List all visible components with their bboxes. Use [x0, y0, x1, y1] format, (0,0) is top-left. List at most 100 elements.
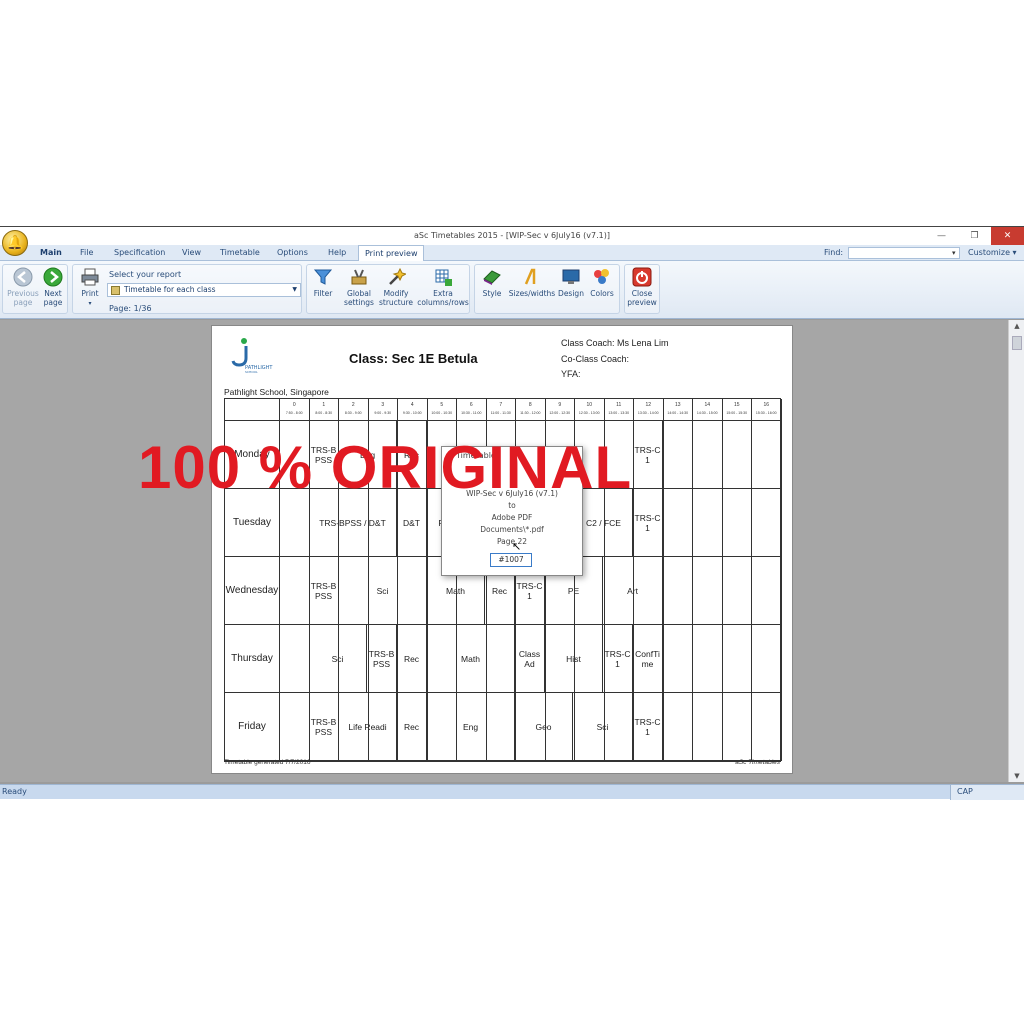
next-page-button[interactable]: Next page — [35, 267, 71, 307]
period-number: 15 — [733, 402, 740, 408]
grid-row-line — [280, 625, 780, 693]
status-bar: Ready CAP — [0, 784, 1024, 800]
period-time: 10:30 - 11:00 — [461, 411, 482, 415]
svg-text:SCHOOL: SCHOOL — [245, 370, 258, 374]
modify-structure-button[interactable]: Modify structure — [377, 267, 415, 307]
power-icon — [632, 267, 652, 287]
funnel-icon — [313, 269, 333, 285]
dialog-counter: #1007 — [490, 553, 532, 567]
period-header: 15 15:00 - 15:30 — [722, 399, 752, 421]
day-friday: Friday — [225, 693, 280, 761]
ribbon-group-settings: Filter Global settings Modify structure … — [306, 264, 470, 314]
dialog-printer: Adobe PDF — [491, 513, 533, 522]
ribbon-group-appearance: Style Sizes/widths Design Colors — [474, 264, 620, 314]
ribbon-tab-bar: Main File Specification View Timetable O… — [0, 245, 1024, 261]
status-ready: Ready — [2, 787, 27, 796]
select-report-label: Select your report — [109, 270, 182, 279]
global-settings-button[interactable]: Global settings — [341, 267, 377, 307]
scroll-up-icon[interactable]: ▲ — [1009, 322, 1024, 330]
design-label: Design — [558, 289, 584, 298]
tab-specification[interactable]: Specification — [108, 245, 171, 261]
period-header: 0 7:50 - 8:00 — [280, 399, 310, 421]
close-window-button[interactable]: ✕ — [991, 227, 1024, 245]
tab-timetable[interactable]: Timetable — [214, 245, 266, 261]
period-time: 9:30 - 10:00 — [402, 411, 422, 415]
mouse-cursor-icon: ↖ — [512, 540, 522, 553]
window-title: aSc Timetables 2015 - [WIP-Sec v 6July16… — [414, 231, 610, 240]
period-header: 16 15:30 - 16:00 — [752, 399, 782, 421]
close-preview-label: Close preview — [627, 289, 657, 307]
table-add-icon — [435, 269, 452, 286]
close-preview-button[interactable]: Close preview — [623, 267, 661, 307]
restore-button[interactable]: ❐ — [958, 227, 991, 245]
tab-file[interactable]: File — [74, 245, 99, 261]
period-number: 7 — [499, 402, 503, 408]
period-time: 12:00 - 12:30 — [549, 411, 571, 415]
period-header: 4 9:30 - 10:00 — [398, 399, 428, 421]
tab-view[interactable]: View — [176, 245, 207, 261]
filter-label: Filter — [313, 289, 333, 298]
period-number: 13 — [674, 402, 681, 408]
style-button[interactable]: Style — [475, 267, 509, 298]
colors-button[interactable]: Colors — [585, 267, 619, 298]
arrow-left-icon — [13, 267, 33, 287]
period-header: 10 12:30 - 13:00 — [575, 399, 605, 421]
tab-print-preview[interactable]: Print preview — [358, 245, 425, 261]
tab-options[interactable]: Options — [271, 245, 314, 261]
period-number: 10 — [586, 402, 593, 408]
ribbon-group-close: Close preview — [624, 264, 660, 314]
period-number: 2 — [351, 402, 355, 408]
minimize-button[interactable]: — — [925, 227, 958, 245]
period-header: 6 10:30 - 11:00 — [457, 399, 487, 421]
customize-button[interactable]: Customize ▾ — [968, 245, 1017, 261]
period-time: 8:00 - 8:30 — [315, 411, 333, 415]
tab-main[interactable]: Main — [34, 245, 68, 261]
ribbon-group-report: Print ▾ Select your report Timetable for … — [72, 264, 302, 314]
print-label: Print — [81, 289, 99, 298]
period-header: 13 14:00 - 14:30 — [663, 399, 693, 421]
period-number: 12 — [645, 402, 652, 408]
scroll-down-icon[interactable]: ▼ — [1009, 772, 1024, 780]
period-time: 15:00 - 15:30 — [726, 411, 748, 415]
extra-columns-button[interactable]: Extra columns/rows — [417, 267, 469, 307]
period-header: 3 9:00 - 9:30 — [368, 399, 398, 421]
period-number: 5 — [440, 402, 444, 408]
period-header: 5 10:00 - 10:30 — [427, 399, 457, 421]
period-time: 12:30 - 13:00 — [578, 411, 600, 415]
class-coach: Class Coach: Ms Lena Lim — [561, 338, 669, 348]
school-name: Pathlight School, Singapore — [224, 387, 329, 397]
find-dropdown-arrow-icon[interactable]: ▾ — [952, 245, 956, 261]
yfa: YFA: — [561, 369, 581, 379]
period-header: 11 13:00 - 13:30 — [604, 399, 634, 421]
scrollbar-thumb[interactable] — [1012, 336, 1022, 350]
period-time: 13:00 - 13:30 — [608, 411, 630, 415]
period-header: 8 11:30 - 12:00 — [516, 399, 546, 421]
status-cap: CAP — [950, 785, 1024, 800]
app-menu-bell-icon[interactable]: 🔔 — [2, 230, 28, 256]
print-button[interactable]: Print ▾ — [73, 267, 107, 308]
period-number: 14 — [704, 402, 711, 408]
period-header: 12 13:30 - 14:00 — [634, 399, 664, 421]
global-settings-label: Global settings — [344, 289, 374, 307]
period-header: 1 8:00 - 8:30 — [309, 399, 339, 421]
sizes-widths-button[interactable]: Sizes/widths — [507, 267, 557, 298]
ruler-icon — [524, 268, 536, 285]
report-select[interactable]: Timetable for each class ▼ — [107, 283, 301, 297]
tab-help[interactable]: Help — [322, 245, 352, 261]
vertical-scrollbar[interactable]: ▲ ▼ — [1008, 320, 1024, 782]
period-time: 8:30 - 9:00 — [344, 411, 362, 415]
ribbon-group-navigation: Previous page Next page — [2, 264, 68, 314]
design-button[interactable]: Design — [555, 267, 587, 298]
sizes-widths-label: Sizes/widths — [508, 289, 556, 298]
title-bar: aSc Timetables 2015 - [WIP-Sec v 6July16… — [0, 227, 1024, 245]
settings-tools-icon — [351, 269, 367, 285]
school-logo: PATHLIGHT SCHOOL — [231, 338, 273, 374]
find-input[interactable] — [848, 247, 960, 259]
period-header: 7 11:00 - 11:30 — [486, 399, 516, 421]
period-time: 13:30 - 14:00 — [637, 411, 659, 415]
filter-button[interactable]: Filter — [307, 267, 339, 298]
find-label: Find: — [824, 248, 844, 257]
arrow-right-icon — [43, 267, 63, 287]
monitor-icon — [562, 269, 580, 284]
period-time: 14:30 - 15:00 — [696, 411, 718, 415]
